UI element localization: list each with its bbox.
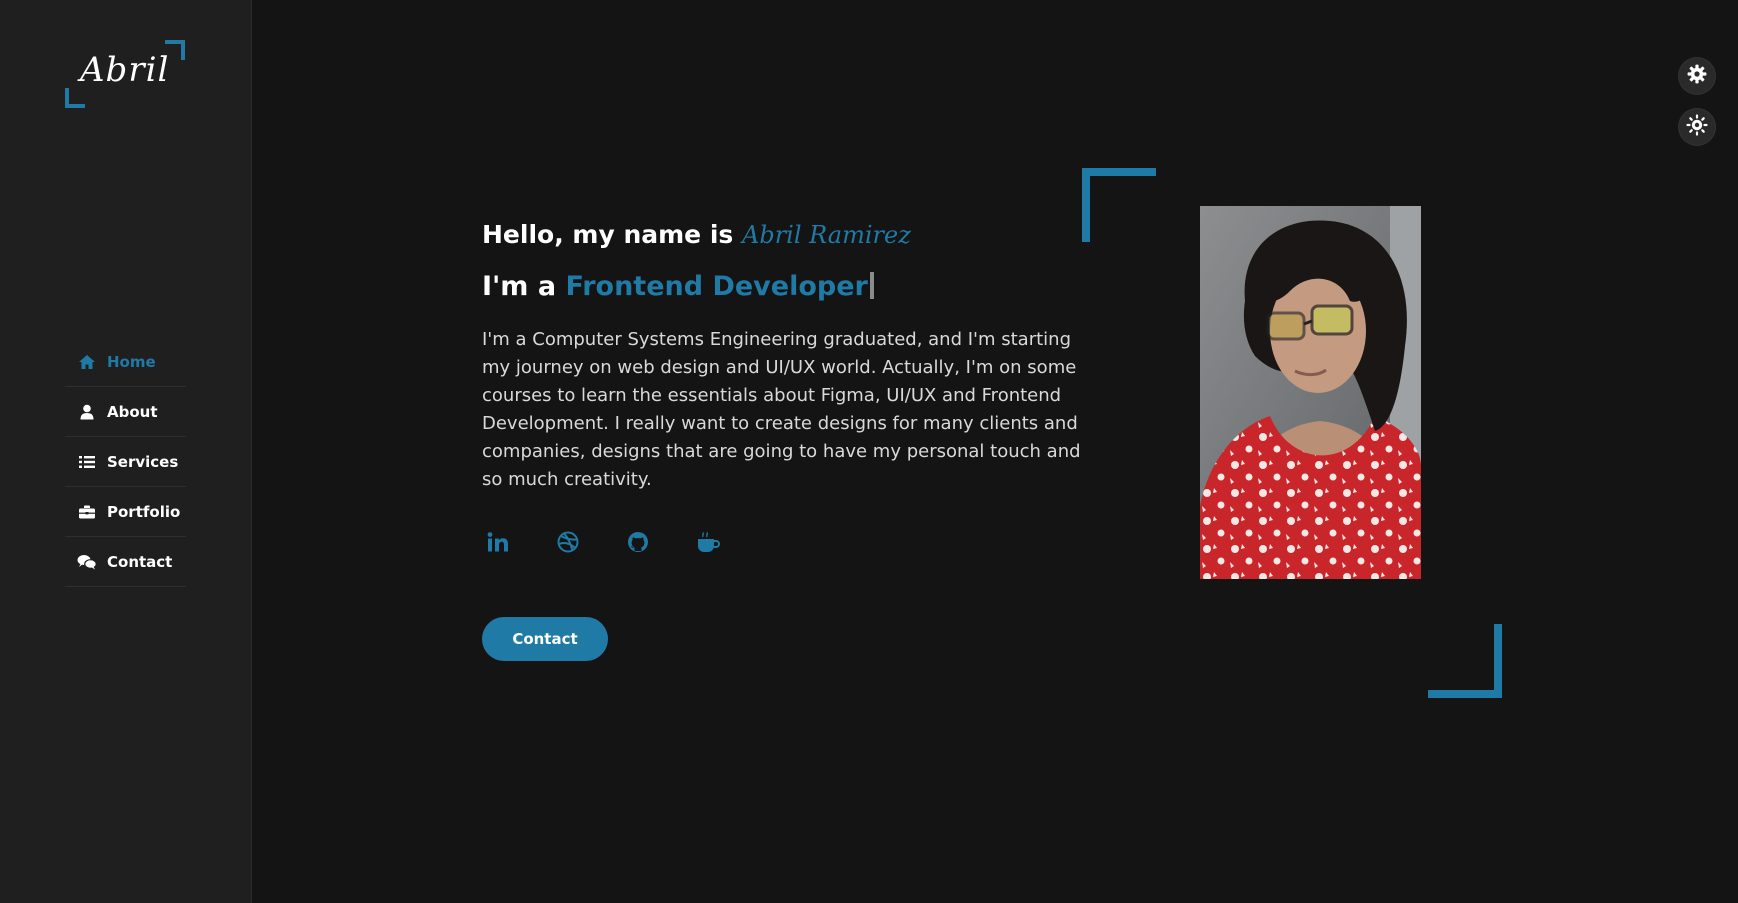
- nav-item-label: Portfolio: [107, 502, 181, 521]
- nav-item-contact[interactable]: Contact: [65, 537, 186, 587]
- role-heading: I'm a Frontend Developer: [482, 271, 1102, 302]
- greeting-heading: Hello, my name is Abril Ramirez: [482, 220, 1102, 249]
- author-name: Abril Ramirez: [742, 221, 911, 249]
- logo[interactable]: Abril: [65, 40, 185, 108]
- sidebar: Abril Home About Services Portfolio Cont…: [0, 0, 252, 903]
- github-icon: [627, 531, 649, 557]
- main-nav: Home About Services Portfolio Contact: [65, 337, 186, 587]
- greeting-text: Hello, my name is: [482, 220, 734, 249]
- settings-button[interactable]: [1679, 58, 1715, 94]
- nav-item-services[interactable]: Services: [65, 437, 186, 487]
- nav-item-home[interactable]: Home: [65, 337, 186, 387]
- profile-photo: [1200, 206, 1421, 579]
- briefcase-icon: [77, 505, 97, 519]
- linkedin-icon: [487, 532, 509, 556]
- frame-corner-top-left: [1082, 168, 1156, 242]
- typing-cursor: [869, 272, 874, 299]
- theme-toggle-button[interactable]: [1679, 109, 1715, 145]
- chat-icon: [77, 554, 97, 570]
- user-icon: [77, 404, 97, 420]
- list-icon: [77, 455, 97, 469]
- dribbble-link[interactable]: [552, 528, 584, 560]
- coffee-icon: [696, 531, 721, 557]
- hero-section: Hello, my name is Abril Ramirez I'm a Fr…: [482, 220, 1102, 560]
- github-link[interactable]: [622, 528, 654, 560]
- nav-item-about[interactable]: About: [65, 387, 186, 437]
- contact-button[interactable]: Contact: [482, 617, 608, 661]
- nav-item-label: Home: [107, 352, 156, 371]
- frame-corner-bottom-right: [1428, 624, 1502, 698]
- logo-text: Abril: [80, 50, 170, 90]
- role-title: Frontend Developer: [565, 271, 868, 302]
- buymeacoffee-link[interactable]: [692, 528, 724, 560]
- nav-item-label: Services: [107, 452, 179, 471]
- nav-item-portfolio[interactable]: Portfolio: [65, 487, 186, 537]
- nav-item-label: Contact: [107, 552, 173, 571]
- home-icon: [77, 354, 97, 370]
- linkedin-link[interactable]: [482, 528, 514, 560]
- bio-paragraph: I'm a Computer Systems Engineering gradu…: [482, 329, 1081, 490]
- nav-item-label: About: [107, 402, 158, 421]
- social-links: [482, 528, 1102, 560]
- sun-icon: [1686, 114, 1708, 140]
- logo-corner-bottom-left: [65, 88, 85, 108]
- gear-icon: [1687, 64, 1707, 88]
- role-prefix: I'm a: [482, 271, 557, 302]
- dribbble-icon: [557, 531, 579, 557]
